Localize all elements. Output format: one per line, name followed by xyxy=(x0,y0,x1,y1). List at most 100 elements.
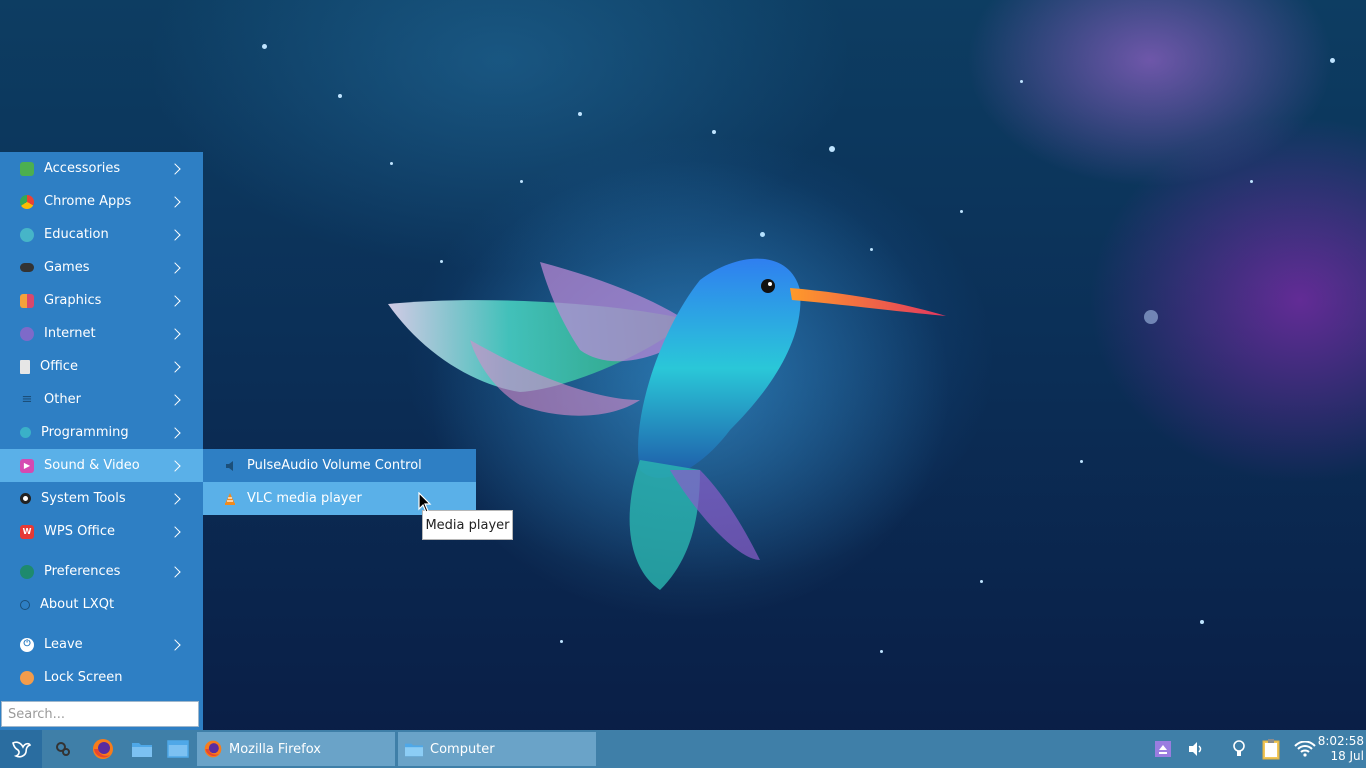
internet-icon xyxy=(20,326,34,341)
tray-clipboard[interactable] xyxy=(1258,730,1284,768)
menu-item-label: Games xyxy=(44,260,90,275)
task-label: Mozilla Firefox xyxy=(229,741,321,757)
menu-item-programming[interactable]: Programming xyxy=(0,416,203,449)
menu-item-lock-screen[interactable]: Lock Screen xyxy=(0,661,203,694)
menu-item-about-lxqt[interactable]: About LXQt xyxy=(0,588,203,621)
firefox-icon xyxy=(93,739,113,759)
chevron-right-icon xyxy=(171,426,181,440)
menu-item-label: Preferences xyxy=(44,564,121,579)
chevron-right-icon xyxy=(171,459,181,473)
power-icon: ⏻ xyxy=(20,637,34,652)
settings-launcher[interactable] xyxy=(48,734,78,764)
lxqt-logo-icon xyxy=(12,741,32,758)
menu-search-input[interactable]: Search... xyxy=(1,701,199,727)
menu-item-label: Programming xyxy=(41,425,129,440)
programming-icon xyxy=(20,427,31,438)
application-menu: Accessories Chrome Apps Education Games … xyxy=(0,152,203,730)
menu-item-sound-video[interactable]: ▶ Sound & Video xyxy=(0,449,203,482)
mouse-cursor-icon xyxy=(418,492,432,513)
chevron-right-icon xyxy=(171,492,181,506)
chevron-right-icon xyxy=(171,228,181,242)
volume-icon xyxy=(1189,742,1202,756)
chevron-right-icon xyxy=(171,162,181,176)
gamepad-icon xyxy=(20,263,34,272)
menu-item-label: Sound & Video xyxy=(44,458,140,473)
tooltip: Media player xyxy=(422,510,513,540)
menu-item-label: Accessories xyxy=(44,161,121,176)
folder-icon xyxy=(404,739,424,759)
hummingbird-illustration xyxy=(388,160,950,620)
clock-date: 18 Jul xyxy=(1330,749,1364,763)
firefox-icon xyxy=(203,739,223,759)
info-icon xyxy=(20,599,30,610)
wifi-icon xyxy=(1294,741,1316,757)
menu-item-label: System Tools xyxy=(41,491,126,506)
clock[interactable]: 8:02:58 18 Jul xyxy=(1318,734,1364,764)
submenu-item-label: VLC media player xyxy=(247,491,362,506)
start-menu-button[interactable] xyxy=(0,730,42,768)
tray-volume[interactable] xyxy=(1184,730,1208,768)
menu-item-accessories[interactable]: Accessories xyxy=(0,152,203,185)
tray-network[interactable] xyxy=(1292,730,1318,768)
submenu-item-pulseaudio[interactable]: PulseAudio Volume Control xyxy=(203,449,476,482)
tray-removable-media[interactable] xyxy=(1150,730,1176,768)
office-icon xyxy=(20,359,30,374)
menu-item-graphics[interactable]: Graphics xyxy=(0,284,203,317)
chevron-right-icon xyxy=(171,195,181,209)
chevron-right-icon xyxy=(171,638,181,652)
menu-item-label: Lock Screen xyxy=(44,670,123,685)
clipboard-icon xyxy=(1262,739,1280,760)
menu-item-label: Office xyxy=(40,359,78,374)
folder-icon xyxy=(132,743,152,757)
menu-item-label: Education xyxy=(44,227,109,242)
taskbar: Mozilla Firefox Computer 8:02:58 18 Jul xyxy=(0,730,1366,768)
chevron-right-icon xyxy=(171,565,181,579)
menu-item-label: Other xyxy=(44,392,81,407)
lock-icon xyxy=(20,670,34,685)
accessories-icon xyxy=(20,161,34,176)
menu-item-office[interactable]: Office xyxy=(0,350,203,383)
menu-item-internet[interactable]: Internet xyxy=(0,317,203,350)
task-button-firefox[interactable]: Mozilla Firefox xyxy=(197,732,395,766)
sound-video-submenu: PulseAudio Volume Control VLC media play… xyxy=(203,449,476,515)
menu-item-label: Internet xyxy=(44,326,96,341)
speaker-icon xyxy=(223,459,237,473)
system-tools-icon xyxy=(20,493,31,504)
submenu-item-label: PulseAudio Volume Control xyxy=(247,458,422,473)
chevron-right-icon xyxy=(171,327,181,341)
task-button-computer[interactable]: Computer xyxy=(398,732,596,766)
chrome-icon xyxy=(20,194,34,209)
show-desktop-button[interactable] xyxy=(163,734,193,764)
menu-item-chrome-apps[interactable]: Chrome Apps xyxy=(0,185,203,218)
menu-item-leave[interactable]: ⏻ Leave xyxy=(0,628,203,661)
chevron-right-icon xyxy=(171,393,181,407)
menu-item-education[interactable]: Education xyxy=(0,218,203,251)
menu-item-games[interactable]: Games xyxy=(0,251,203,284)
firefox-launcher[interactable] xyxy=(88,734,118,764)
chevron-right-icon xyxy=(171,261,181,275)
chevron-right-icon xyxy=(171,360,181,374)
eject-icon xyxy=(1155,741,1171,757)
file-manager-launcher[interactable] xyxy=(127,734,157,764)
window-icon xyxy=(167,740,189,758)
gear-icon xyxy=(56,742,70,756)
clock-time: 8:02:58 xyxy=(1317,734,1364,748)
chevron-right-icon xyxy=(171,525,181,539)
lightbulb-icon xyxy=(1233,740,1245,756)
tray-notifications[interactable] xyxy=(1228,730,1250,768)
menu-item-preferences[interactable]: Preferences xyxy=(0,555,203,588)
education-icon xyxy=(20,227,34,242)
menu-item-other[interactable]: ≡ Other xyxy=(0,383,203,416)
menu-item-label: Leave xyxy=(44,637,83,652)
other-icon: ≡ xyxy=(21,392,33,407)
menu-item-label: WPS Office xyxy=(44,524,116,539)
vlc-icon xyxy=(223,492,237,506)
menu-item-label: About LXQt xyxy=(40,597,115,612)
menu-item-label: Graphics xyxy=(44,293,102,308)
chevron-right-icon xyxy=(171,294,181,308)
menu-item-system-tools[interactable]: System Tools xyxy=(0,482,203,515)
menu-item-label: Chrome Apps xyxy=(44,194,132,209)
menu-item-wps-office[interactable]: W WPS Office xyxy=(0,515,203,548)
search-placeholder: Search... xyxy=(8,706,66,722)
preferences-icon xyxy=(20,564,34,579)
